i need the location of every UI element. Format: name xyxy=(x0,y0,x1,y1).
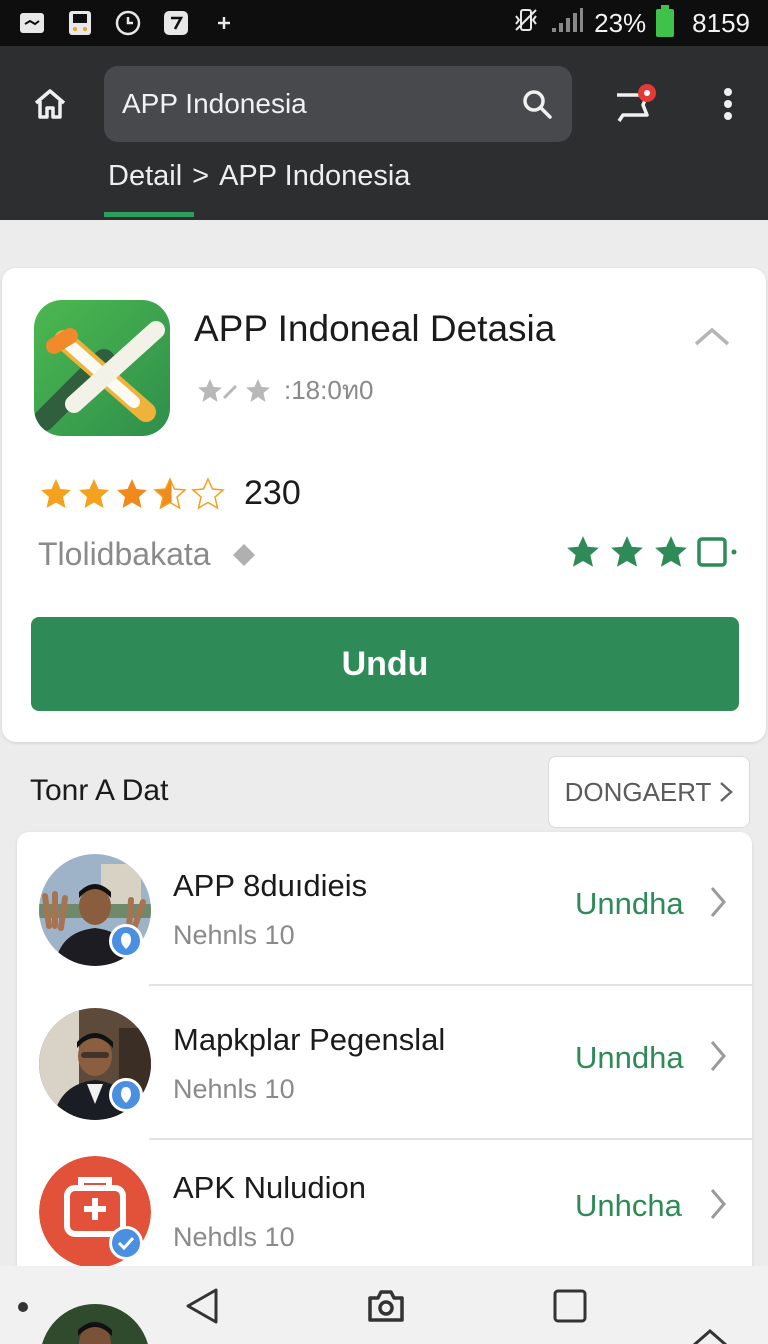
app-icon xyxy=(34,300,170,436)
home-button[interactable] xyxy=(28,82,72,126)
chevron-up-icon xyxy=(694,327,730,346)
check-badge-icon xyxy=(109,1226,143,1260)
section-more-label: DONGAERT xyxy=(564,776,712,807)
verified-badge-icon xyxy=(109,1078,143,1112)
small-stars-icon xyxy=(198,378,270,402)
search-input[interactable]: APP Indonesia xyxy=(122,88,520,120)
breadcrumb-separator: > xyxy=(192,160,210,192)
list-item[interactable]: Mapkplar Pegenslal Nehnls 10 Unndha xyxy=(17,986,752,1138)
breadcrumb-parent[interactable]: Detail xyxy=(108,160,182,193)
plus-icon xyxy=(210,9,238,37)
back-button[interactable] xyxy=(178,1282,226,1330)
notifications-button[interactable] xyxy=(610,80,658,128)
search-bar[interactable]: APP Indonesia xyxy=(104,66,572,142)
nfc-icon xyxy=(162,9,190,37)
star-green-icon xyxy=(655,536,687,567)
signal-icon xyxy=(550,6,584,41)
list-item-subtitle: Nehnls 10 xyxy=(173,1074,295,1104)
collapse-button[interactable] xyxy=(692,316,732,356)
home-icon xyxy=(34,89,66,119)
chevron-right-icon[interactable] xyxy=(703,1036,733,1076)
app-bar: APP Indonesia Detail > APP Indonesia xyxy=(0,46,768,220)
app-meta-text: :18:0ท0 xyxy=(284,375,374,405)
list-item-action[interactable]: Unhcha xyxy=(575,1188,682,1224)
camera-icon xyxy=(368,1290,404,1322)
camera-button[interactable] xyxy=(362,1282,410,1330)
section-title: Tonr A Dat xyxy=(30,774,169,807)
star-filled-icon xyxy=(41,478,71,508)
tab-indicator xyxy=(104,212,194,217)
message-icon xyxy=(18,9,46,37)
star-filled-icon xyxy=(117,478,147,508)
square-outline-icon xyxy=(697,537,737,567)
star-green-icon xyxy=(567,536,599,567)
app-meta: :18:0ท0 xyxy=(196,370,373,411)
recents-icon xyxy=(553,1289,587,1323)
star-green-icon xyxy=(611,536,643,567)
status-bar: 23% 8159 xyxy=(0,0,768,46)
list-item-title: APP 8duıdieis xyxy=(173,868,368,903)
star-half-icon xyxy=(153,476,187,510)
app-list: APP 8duıdieis Nehnls 10 Unndha Mapkplar … xyxy=(17,832,752,1292)
chevron-right-icon[interactable] xyxy=(703,1184,733,1224)
chevron-right-icon xyxy=(720,782,734,802)
hide-nav-button[interactable] xyxy=(686,1316,734,1344)
breadcrumb-current: APP Indonesia xyxy=(219,160,411,192)
verified-badge-icon xyxy=(109,924,143,958)
breadcrumb: Detail > APP Indonesia xyxy=(108,160,410,193)
rating-stars xyxy=(38,476,226,511)
category-row: Tlolidbakata xyxy=(38,536,257,573)
star-empty-icon xyxy=(191,476,225,510)
more-vert-icon xyxy=(724,88,732,120)
battery-percent: 23% xyxy=(594,7,647,38)
category-label[interactable]: Tlolidbakata xyxy=(38,536,211,573)
vibrate-icon xyxy=(512,6,540,41)
list-item-action[interactable]: Unndha xyxy=(575,1040,684,1076)
system-nav-bar xyxy=(0,1266,768,1344)
user-rating-stars[interactable] xyxy=(564,534,740,570)
indicator-dot xyxy=(18,1302,28,1312)
list-item[interactable]: APP 8duıdieis Nehnls 10 Unndha xyxy=(17,832,752,984)
list-item[interactable]: APK Nuludion Nehdls 10 Unhcha xyxy=(17,1134,752,1286)
status-time: 8159 xyxy=(692,7,750,38)
rating-row: 230 xyxy=(38,474,301,513)
notification-flag-icon xyxy=(617,84,656,122)
clock-icon xyxy=(114,9,142,37)
install-button[interactable]: Undu xyxy=(31,617,739,711)
avatar xyxy=(40,1304,150,1344)
list-item-subtitle: Nehnls 10 xyxy=(173,920,295,950)
battery-icon xyxy=(656,5,675,37)
section-more-button[interactable]: DONGAERT xyxy=(548,756,750,828)
star-filled-icon xyxy=(79,478,109,508)
sim-icon xyxy=(66,9,94,37)
diamond-icon xyxy=(232,543,255,566)
list-item-title: APK Nuludion xyxy=(173,1170,367,1205)
recents-button[interactable] xyxy=(546,1282,594,1330)
diamond-outline-icon xyxy=(692,1329,728,1344)
back-icon xyxy=(186,1288,218,1324)
list-item-subtitle: Nehdls 10 xyxy=(173,1222,295,1252)
more-options-button[interactable] xyxy=(710,80,746,128)
search-icon[interactable] xyxy=(520,87,554,121)
app-detail-card: APP Indoneal Detasia :18:0ท0 230 Tlolidb… xyxy=(2,268,766,742)
app-title: APP Indoneal Detasia xyxy=(194,308,556,349)
list-item-action[interactable]: Unndha xyxy=(575,886,684,922)
rating-count: 230 xyxy=(244,474,301,512)
chevron-right-icon[interactable] xyxy=(703,882,733,922)
list-item-title: Mapkplar Pegenslal xyxy=(173,1022,446,1057)
